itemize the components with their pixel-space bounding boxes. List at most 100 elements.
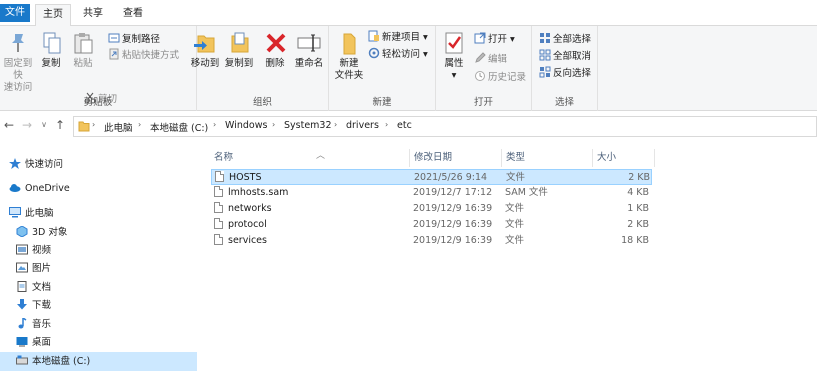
copy-to-button[interactable]: 复制到 — [223, 30, 255, 70]
file-name-cell: HOSTS — [215, 170, 262, 186]
breadcrumb-local-disk[interactable]: 本地磁盘 (C:) — [150, 120, 208, 134]
file-size: 2 KB — [628, 172, 650, 183]
column-header-name-label: 名称 — [214, 152, 234, 163]
nav-quick-access[interactable]: 快速访问 — [0, 155, 197, 175]
address-row: ← → ∨ ↑ › 此电脑 › 本地磁盘 (C:) › Windows › Sy… — [0, 113, 817, 139]
paste-label: 粘贴 — [73, 58, 93, 69]
file-name-cell: lmhosts.sam — [214, 185, 288, 201]
invert-selection-button[interactable]: 反向选择 — [539, 66, 591, 82]
folder-icon — [78, 120, 90, 135]
file-row-hosts[interactable]: HOSTS 2021/5/26 9:14 文件 2 KB — [211, 169, 652, 185]
file-size: 2 KB — [627, 219, 649, 230]
tab-view[interactable]: 查看 — [116, 4, 150, 26]
desktop-icon — [16, 335, 28, 347]
clipboard-group-label: 剪贴板 — [83, 97, 113, 108]
history-icon — [474, 70, 486, 82]
nav-desktop[interactable]: 桌面 — [0, 333, 197, 353]
open-icon — [474, 32, 486, 44]
invert-selection-icon — [539, 66, 551, 78]
breadcrumb-drivers[interactable]: drivers — [346, 120, 379, 131]
breadcrumb-separator-icon: › — [138, 120, 142, 129]
nav-onedrive[interactable]: OneDrive — [0, 179, 197, 199]
tab-share[interactable]: 共享 — [76, 4, 110, 26]
file-row-protocol[interactable]: protocol 2019/12/9 16:39 文件 2 KB — [211, 217, 652, 233]
delete-button[interactable]: 删除 — [263, 30, 287, 70]
drive-icon — [16, 354, 28, 365]
navigation-pane: 快速访问 OneDrive 此电脑 3D 对象 视频 图片 文档 下载 音乐 桌… — [0, 143, 197, 371]
file-name: protocol — [228, 219, 267, 230]
column-header-name[interactable]: 名称 ︿ — [210, 149, 410, 167]
history-button[interactable]: 历史记录 — [474, 70, 526, 86]
computer-icon — [9, 206, 21, 218]
up-arrow-icon[interactable]: ↑ — [52, 117, 68, 133]
column-header-date[interactable]: 修改日期 — [410, 149, 502, 167]
easy-access-button[interactable]: 轻松访问 ▾ — [368, 47, 428, 63]
select-all-button[interactable]: 全部选择 — [539, 32, 591, 48]
edit-button[interactable]: 编辑 — [474, 52, 507, 68]
paste-shortcut-icon — [108, 48, 120, 60]
column-header-type[interactable]: 类型 — [502, 149, 593, 167]
delete-x-icon — [263, 30, 289, 56]
breadcrumb-windows[interactable]: Windows — [225, 120, 267, 131]
nav-music[interactable]: 音乐 — [0, 315, 197, 335]
paste-shortcut-button[interactable]: 粘贴快捷方式 — [108, 48, 179, 64]
nav-3d-objects[interactable]: 3D 对象 — [0, 223, 197, 243]
rename-button[interactable]: 重命名 — [293, 30, 325, 70]
file-row-services[interactable]: services 2019/12/9 16:39 文件 18 KB — [211, 233, 652, 249]
select-all-icon — [539, 32, 551, 44]
copy-path-icon — [108, 32, 120, 44]
file-row-networks[interactable]: networks 2019/12/9 16:39 文件 1 KB — [211, 201, 652, 217]
nav-this-pc[interactable]: 此电脑 — [0, 204, 197, 224]
select-group-label: 选择 — [554, 97, 574, 108]
pin-to-quick-access-button[interactable]: 固定到快 速访问 — [0, 30, 36, 94]
breadcrumb-this-pc[interactable]: 此电脑 — [104, 120, 133, 134]
file-date: 2019/12/9 16:39 — [413, 235, 493, 246]
column-header-date-label: 修改日期 — [414, 152, 453, 163]
download-arrow-icon — [16, 298, 28, 310]
edit-label: 编辑 — [488, 54, 508, 65]
file-date: 2019/12/7 17:12 — [413, 187, 493, 198]
select-none-icon — [539, 49, 551, 61]
rename-label: 重命名 — [294, 58, 324, 69]
file-icon — [214, 234, 223, 245]
nav-downloads-label: 下载 — [32, 300, 52, 311]
new-folder-icon — [336, 30, 362, 56]
properties-button[interactable]: 属性 ▾ — [440, 30, 468, 82]
nav-local-disk[interactable]: 本地磁盘 (C:) — [0, 352, 197, 371]
star-icon — [9, 157, 21, 169]
move-to-button[interactable]: 移动到 — [189, 30, 221, 70]
nav-local-disk-label: 本地磁盘 (C:) — [32, 356, 91, 367]
nav-pictures[interactable]: 图片 — [0, 259, 197, 279]
video-icon — [16, 243, 28, 255]
sort-ascending-icon: ︿ — [316, 151, 326, 161]
address-bar[interactable]: › 此电脑 › 本地磁盘 (C:) › Windows › System32 ›… — [73, 116, 817, 137]
breadcrumb-etc[interactable]: etc — [397, 120, 412, 131]
easy-access-label: 轻松访问 — [382, 49, 421, 60]
copy-to-icon — [226, 30, 252, 56]
file-name-cell: services — [214, 233, 267, 249]
nav-downloads[interactable]: 下载 — [0, 296, 197, 316]
file-row-lmhosts[interactable]: lmhosts.sam 2019/12/7 17:12 SAM 文件 4 KB — [211, 185, 652, 201]
copy-button[interactable]: 复制 — [39, 30, 63, 70]
paste-icon — [70, 30, 96, 56]
back-arrow-icon[interactable]: ← — [1, 117, 17, 133]
open-button[interactable]: 打开 ▾ — [474, 32, 515, 48]
file-date: 2019/12/9 16:39 — [413, 203, 493, 214]
select-none-button[interactable]: 全部取消 — [539, 49, 591, 65]
breadcrumb-system32[interactable]: System32 — [284, 120, 332, 131]
breadcrumb-separator-icon: › — [385, 120, 389, 129]
file-type: 文件 — [505, 219, 525, 230]
new-folder-button[interactable]: 新建 文件夹 — [333, 30, 365, 82]
nav-onedrive-label: OneDrive — [25, 183, 70, 194]
tab-home[interactable]: 主页 — [35, 4, 71, 27]
invert-selection-label: 反向选择 — [553, 68, 592, 79]
tab-file[interactable]: 文件 — [0, 4, 30, 22]
forward-arrow-icon[interactable]: → — [19, 117, 35, 133]
nav-documents[interactable]: 文档 — [0, 278, 197, 298]
new-item-button[interactable]: 新建项目 ▾ — [368, 30, 428, 46]
nav-videos[interactable]: 视频 — [0, 241, 197, 261]
paste-button[interactable]: 粘贴 — [70, 30, 96, 70]
copy-path-button[interactable]: 复制路径 — [108, 32, 160, 48]
column-header-size[interactable]: 大小 — [593, 149, 655, 167]
recent-locations-chevron-icon[interactable]: ∨ — [36, 117, 52, 133]
